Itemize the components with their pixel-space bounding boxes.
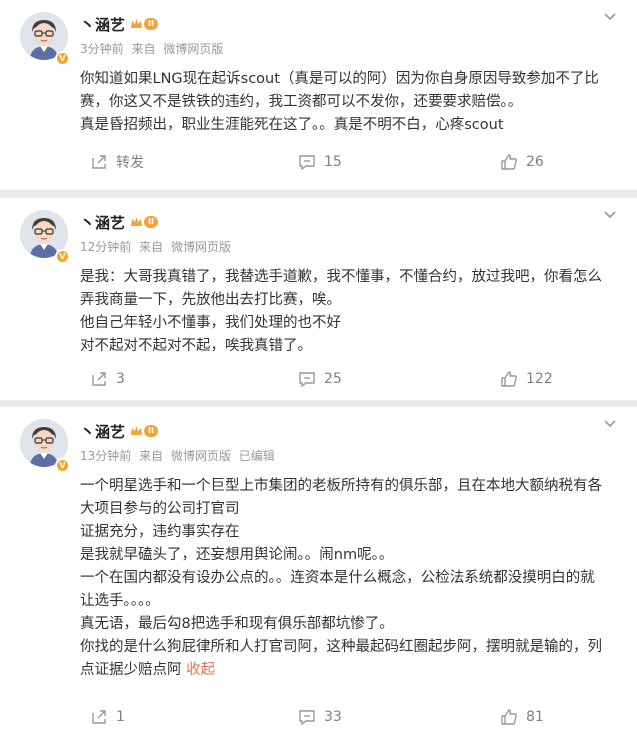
comment-count: 25 <box>324 371 342 387</box>
verified-badge: V <box>55 51 70 66</box>
post-meta: 13分钟前 来自 微博网页版 已编辑 <box>80 447 279 464</box>
post-source[interactable]: 微博网页版 <box>171 449 231 463</box>
verified-badge: V <box>55 458 70 473</box>
crown-icon <box>131 217 143 226</box>
post-text: 一个明星选手和一个巨型上市集团的老板所持有的俱乐部，且在本地大额纳税有各 大项目… <box>80 475 628 682</box>
post-line-last: 点证据少赔点阿 收起 <box>80 659 628 682</box>
comment-count: 33 <box>324 709 342 725</box>
post-line: 弄我商量一下，先放他出去打比赛，唉。 <box>80 292 341 308</box>
post-line: 一个明星选手和一个巨型上市集团的老板所持有的俱乐部，且在本地大额纳税有各 <box>80 478 602 494</box>
from-label: 来自 <box>131 42 156 56</box>
repost-count: 3 <box>116 371 125 387</box>
post-meta: 12分钟前 来自 微博网页版 <box>80 238 235 255</box>
post-time[interactable]: 13分钟前 <box>80 449 131 463</box>
post-line: 是我就早磕头了，还妄想用舆论闹。。闹nm呢。。 <box>80 547 394 563</box>
comment-icon <box>299 710 315 726</box>
like-count: 81 <box>526 709 544 725</box>
post-line: 让选手。。。。 <box>80 593 160 609</box>
comment-button[interactable]: 25 <box>298 370 342 388</box>
collapse-link[interactable]: 收起 <box>186 662 215 678</box>
chevron-down-icon[interactable] <box>603 12 617 22</box>
username[interactable]: 丶涵艺 <box>80 421 125 442</box>
like-button[interactable]: 122 <box>500 370 553 388</box>
level-badge[interactable]: II <box>130 215 158 229</box>
like-button[interactable]: 26 <box>500 153 544 171</box>
repost-icon <box>92 372 106 386</box>
post-line: 赛，你这又不是铁铁的违约，我工资都可以不发你，还要要求赔偿。。 <box>80 94 523 110</box>
crown-icon <box>131 19 143 28</box>
like-icon <box>501 154 517 170</box>
post-time[interactable]: 12分钟前 <box>80 240 131 254</box>
level-number: II <box>144 216 158 228</box>
crown-icon <box>131 426 143 435</box>
post-line: 真无语，最后勾8把选手和现有俱乐部都坑惨了。 <box>80 616 394 632</box>
weibo-post: V 丶涵艺 II 12分钟前 来自 微博网页版 是我：大哥我真错了，我替选手道歉… <box>0 198 637 400</box>
comment-icon <box>299 155 315 171</box>
post-time[interactable]: 3分钟前 <box>80 42 124 56</box>
post-actions: 转发 15 26 <box>0 144 637 180</box>
post-line: 证据充分，违约事实存在 <box>80 524 240 540</box>
like-button[interactable]: 81 <box>500 708 544 726</box>
like-icon <box>501 371 517 387</box>
post-source[interactable]: 微博网页版 <box>163 42 223 56</box>
level-badge[interactable]: II <box>130 424 158 438</box>
chevron-down-icon[interactable] <box>603 419 617 429</box>
level-number: II <box>144 425 158 437</box>
post-line: 你知道如果LNG现在起诉scout（真是可以的阿）因为你自身原因导致参加不了比 <box>80 71 599 87</box>
repost-button[interactable]: 3 <box>90 370 125 388</box>
repost-label: 转发 <box>116 155 144 171</box>
username[interactable]: 丶涵艺 <box>80 14 125 35</box>
verified-badge: V <box>55 249 70 264</box>
comment-button[interactable]: 15 <box>298 153 342 171</box>
post-line: 真是昏招频出，职业生涯能死在这了。。真是不明不白，心疼scout <box>80 117 504 133</box>
comment-button[interactable]: 33 <box>298 708 342 726</box>
post-text: 是我：大哥我真错了，我替选手道歉，我不懂事，不懂合约，放过我吧，你看怎么 弄我商… <box>80 266 628 358</box>
repost-count: 1 <box>116 709 125 725</box>
post-line: 你找的是什么狗屁律所和人打官司阿，这种最起码红圈起步阿，摆明就是输的，列 <box>80 639 602 655</box>
username[interactable]: 丶涵艺 <box>80 212 125 233</box>
like-icon <box>501 709 517 725</box>
post-line: 点证据少赔点阿 <box>80 662 182 678</box>
comment-icon <box>299 372 315 388</box>
repost-button[interactable]: 1 <box>90 708 125 726</box>
from-label: 来自 <box>139 240 164 254</box>
post-line: 对不起对不起对不起，唉我真错了。 <box>80 338 312 354</box>
repost-icon <box>92 710 106 724</box>
post-line: 是我：大哥我真错了，我替选手道歉，我不懂事，不懂合约，放过我吧，你看怎么 <box>80 269 602 285</box>
post-actions: 3 25 122 <box>0 361 637 397</box>
edited-label[interactable]: 已编辑 <box>239 449 275 463</box>
post-line: 一个在国内都没有设办公点的。。连资本是什么概念，公检法系统都没摸明白的就 <box>80 570 595 586</box>
post-line: 大项目参与的公司打官司 <box>80 501 240 517</box>
post-text: 你知道如果LNG现在起诉scout（真是可以的阿）因为你自身原因导致参加不了比 … <box>80 68 628 137</box>
repost-button[interactable]: 转发 <box>90 152 144 172</box>
post-actions: 1 33 81 <box>0 699 637 735</box>
weibo-post: V 丶涵艺 II 13分钟前 来自 微博网页版 已编辑 一个明星选手和一个巨型上… <box>0 407 637 738</box>
repost-icon <box>92 155 106 169</box>
post-source[interactable]: 微博网页版 <box>171 240 231 254</box>
post-line: 他自己年轻小不懂事，我们处理的也不好 <box>80 315 341 331</box>
from-label: 来自 <box>139 449 164 463</box>
post-meta: 3分钟前 来自 微博网页版 <box>80 40 227 57</box>
comment-count: 15 <box>324 154 342 170</box>
weibo-post: V 丶涵艺 II 3分钟前 来自 微博网页版 你知道如果LNG现在起诉scout… <box>0 0 637 190</box>
like-count: 26 <box>526 154 544 170</box>
level-badge[interactable]: II <box>130 17 158 31</box>
chevron-down-icon[interactable] <box>603 210 617 220</box>
like-count: 122 <box>526 371 553 387</box>
level-number: II <box>144 18 158 30</box>
